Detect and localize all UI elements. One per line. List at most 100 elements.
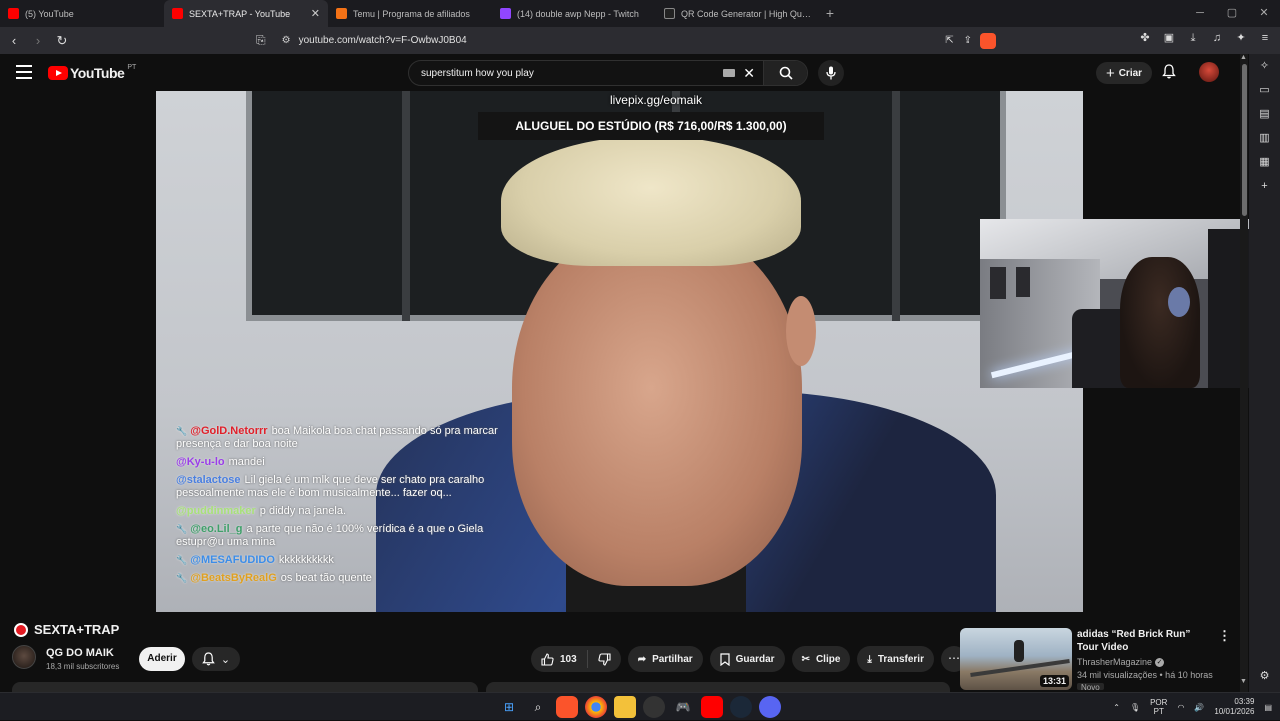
recommended-video-meta: 34 mil visualizações • há 10 horas <box>1077 670 1213 680</box>
chat-text: p diddy na janela. <box>259 505 347 517</box>
search-box[interactable]: superstitum how you play ✕ <box>408 60 808 86</box>
twitch-favicon-icon <box>500 8 511 19</box>
tray-chevron-icon[interactable]: ⌃ <box>1113 703 1120 712</box>
clip-button[interactable]: ✂ Clipe <box>791 646 851 672</box>
mod-badge-icon: 🔧 <box>176 555 188 565</box>
close-window-icon[interactable]: ✕ <box>1248 0 1280 27</box>
wallet-sidebar-icon[interactable]: ▤ <box>1249 102 1280 126</box>
tab-temu[interactable]: Temu | Programa de afiliados <box>328 0 492 27</box>
game-controller-icon[interactable]: 🎮 <box>672 696 694 718</box>
guide-menu-icon[interactable] <box>16 65 32 79</box>
minimize-icon[interactable]: ─ <box>1184 0 1216 27</box>
extensions-icon[interactable]: ✤ <box>1138 31 1152 45</box>
windows-start-icon[interactable]: ⊞ <box>498 696 520 718</box>
add-sidebar-item-icon[interactable]: + <box>1249 174 1280 198</box>
voice-search-button[interactable] <box>818 60 844 86</box>
reload-icon[interactable]: ↻ <box>52 31 72 51</box>
channel-name[interactable]: QG DO MAIK <box>46 647 114 659</box>
chat-user: @MESAFUDIDO <box>190 554 275 566</box>
forward-icon[interactable]: › <box>28 31 48 51</box>
channel-label: ThrasherMagazine <box>1077 657 1153 667</box>
dislike-button[interactable] <box>588 652 621 666</box>
media-sidebar-icon[interactable]: ▭ <box>1249 78 1280 102</box>
file-explorer-icon[interactable] <box>614 696 636 718</box>
description-panel[interactable] <box>12 682 478 692</box>
music-icon[interactable]: ♫ <box>1210 31 1224 45</box>
obs-icon[interactable] <box>643 696 665 718</box>
donation-goal-text: ALUGUEL DO ESTÚDIO (R$ 716,00/R$ 1.300,0… <box>515 119 787 133</box>
download-icon[interactable]: ⤓ <box>1186 31 1200 45</box>
chrome-icon[interactable] <box>585 696 607 718</box>
search-input[interactable]: superstitum how you play <box>409 68 723 79</box>
open-in-app-icon[interactable]: ⇱ <box>945 35 953 46</box>
discord-icon[interactable] <box>759 696 781 718</box>
leo-ai-icon[interactable]: ✦ <box>1234 31 1248 45</box>
video-player[interactable]: livepix.gg/eomaik ALUGUEL DO ESTÚDIO (R$… <box>156 91 1083 612</box>
chat-panel[interactable] <box>486 682 950 692</box>
search-taskbar-icon[interactable]: ⌕ <box>527 696 549 718</box>
back-icon[interactable]: ‹ <box>4 31 24 51</box>
input-language[interactable]: POR PT <box>1150 698 1167 716</box>
url-text[interactable]: youtube.com/watch?v=F-OwbwJ0B04 <box>299 35 946 46</box>
chat-message: @puddinmaker p diddy na janela. <box>176 505 506 518</box>
scroll-up-icon[interactable]: ▲ <box>1240 54 1247 61</box>
video-person-face <box>512 226 802 586</box>
notifications-bell-icon[interactable] <box>1162 64 1176 82</box>
join-button[interactable]: Aderir <box>139 647 185 671</box>
volume-icon[interactable]: 🔊 <box>1194 703 1204 712</box>
new-tab-button[interactable]: + <box>820 0 840 27</box>
site-info-icon[interactable]: ⚙ <box>282 35 291 46</box>
like-dislike-group: 103 <box>531 646 621 672</box>
notification-center-icon[interactable]: ▤ <box>1264 703 1272 712</box>
video-duration: 13:31 <box>1039 675 1069 687</box>
recommended-video-channel[interactable]: ThrasherMagazine ✓ <box>1077 657 1165 667</box>
menu-icon[interactable]: ≡ <box>1258 31 1272 45</box>
mic-tray-icon[interactable]: 🎙 <box>1130 703 1140 712</box>
share-button[interactable]: ➦ Partilhar <box>627 646 703 672</box>
subscription-notifications-button[interactable]: ⌄ <box>192 647 240 671</box>
share-icon[interactable]: ⇪ <box>964 35 972 46</box>
close-tab-icon[interactable]: ✕ <box>311 7 320 20</box>
kebab-menu-icon[interactable]: ⋮ <box>1218 628 1231 644</box>
steam-icon[interactable] <box>730 696 752 718</box>
brave-shield-icon[interactable] <box>980 32 996 49</box>
stream-chat-overlay: 🔧 @GolD.Netorrr boa Maikola boa chat passa… <box>176 425 506 590</box>
window-controls: ─ ▢ ✕ <box>1184 0 1280 27</box>
recommended-video-thumbnail[interactable]: 13:31 <box>960 628 1072 690</box>
url-field[interactable]: ⎘ ⚙ youtube.com/watch?v=F-OwbwJ0B04 ⇱ ⇪ <box>256 30 996 51</box>
bookmarks-sidebar-icon[interactable]: ▥ <box>1249 126 1280 150</box>
youtube-logo[interactable]: YouTube PT <box>48 64 136 81</box>
bookmark-icon[interactable]: ⎘ <box>256 33 266 48</box>
clear-search-icon[interactable]: ✕ <box>743 65 755 82</box>
recommended-video-title[interactable]: adidas “Red Brick Run” Tour Video <box>1077 628 1207 654</box>
maximize-icon[interactable]: ▢ <box>1216 0 1248 27</box>
clock[interactable]: 03:39 10/01/2026 <box>1214 697 1254 717</box>
mod-badge-icon: 🔧 <box>176 573 188 583</box>
scrollbar-thumb[interactable] <box>1242 64 1247 216</box>
like-button[interactable]: 103 <box>531 650 588 668</box>
tab-youtube-home[interactable]: (5) YouTube <box>0 0 164 27</box>
save-button[interactable]: Guardar <box>709 646 785 672</box>
account-avatar[interactable] <box>1199 62 1219 82</box>
microphone-icon <box>826 66 836 80</box>
video-title: SEXTA+TRAP <box>34 622 120 637</box>
download-button[interactable]: ⤓ Transferir <box>857 646 934 672</box>
brave-browser-icon[interactable] <box>556 696 578 718</box>
chat-user: @stalactose <box>176 474 241 486</box>
leo-sidebar-icon[interactable]: ✧ <box>1249 54 1280 78</box>
channel-avatar[interactable] <box>12 645 36 669</box>
wifi-icon[interactable]: ◠ <box>1177 703 1184 712</box>
tab-qr-code[interactable]: QR Code Generator | High Quality Fr <box>656 0 820 27</box>
create-button[interactable]: + Criar <box>1096 62 1152 84</box>
mod-badge-icon: 🔧 <box>176 524 188 534</box>
wallet-icon[interactable]: ▣ <box>1162 31 1176 45</box>
tab-sexta-trap[interactable]: SEXTA+TRAP - YouTube ✕ <box>164 0 328 27</box>
search-button[interactable] <box>763 61 807 85</box>
temu-favicon-icon <box>336 8 347 19</box>
keyboard-icon[interactable] <box>723 69 736 77</box>
scroll-down-icon[interactable]: ▼ <box>1240 678 1247 685</box>
tab-twitch[interactable]: (14) double awp Nepp - Twitch <box>492 0 656 27</box>
reading-list-icon[interactable]: ▦ <box>1249 150 1280 174</box>
youtube-app-icon[interactable] <box>701 696 723 718</box>
settings-sidebar-icon[interactable]: ⚙ <box>1249 664 1280 688</box>
